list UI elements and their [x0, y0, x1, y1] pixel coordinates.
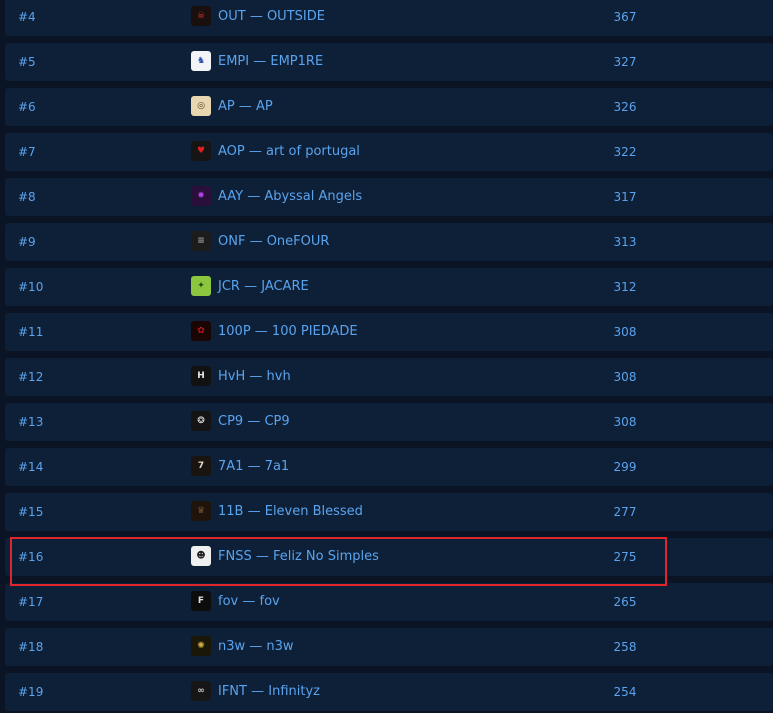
team-name-link[interactable]: 100P — 100 PIEDADE — [218, 313, 358, 351]
team-name-link[interactable]: 7A1 — 7a1 — [218, 448, 289, 486]
leaderboard-row[interactable]: #8 ✸ AAY — Abyssal Angels 317 — [5, 178, 773, 216]
piedade-logo-icon: ✿ — [191, 321, 211, 341]
aay-logo-icon: ✸ — [191, 186, 211, 206]
points-value: 254 — [613, 685, 637, 699]
points-value: 326 — [613, 100, 637, 114]
rank-label: #15 — [18, 505, 44, 519]
team-name-link[interactable]: CP9 — CP9 — [218, 403, 290, 441]
rank-label: #13 — [18, 415, 44, 429]
hvh-logo-icon: H — [191, 366, 211, 386]
points-value: 299 — [613, 460, 637, 474]
leaderboard: #4 ☠ OUT — OUTSIDE 367 #5 ♞ EMPI — EMP1RE 327 #6… — [0, 0, 773, 713]
points-value: 265 — [613, 595, 637, 609]
points-value: 312 — [613, 280, 637, 294]
ap-logo-icon: ◎ — [191, 96, 211, 116]
team-name-link[interactable]: n3w — n3w — [218, 628, 294, 666]
leaderboard-row[interactable]: #4 ☠ OUT — OUTSIDE 367 — [5, 0, 773, 36]
leaderboard-row[interactable]: #12 H HvH — hvh 308 — [5, 358, 773, 396]
points-value: 308 — [613, 415, 637, 429]
7a1-logo-icon: 7 — [191, 456, 211, 476]
leaderboard-row[interactable]: #14 7 7A1 — 7a1 299 — [5, 448, 773, 486]
leaderboard-row[interactable]: #16 ☻ FNSS — Feliz No Simples 275 — [5, 538, 773, 576]
fnss-logo-icon: ☻ — [191, 546, 211, 566]
fov-logo-icon: F — [191, 591, 211, 611]
rank-label: #12 — [18, 370, 44, 384]
leaderboard-row[interactable]: #9 ≡ ONF — OneFOUR 313 — [5, 223, 773, 261]
points-value: 322 — [613, 145, 637, 159]
leaderboard-row[interactable]: #15 ♛ 11B — Eleven Blessed 277 — [5, 493, 773, 531]
points-value: 367 — [613, 10, 637, 24]
rank-label: #4 — [18, 10, 36, 24]
rank-label: #5 — [18, 55, 36, 69]
leaderboard-row[interactable]: #5 ♞ EMPI — EMP1RE 327 — [5, 43, 773, 81]
points-value: 317 — [613, 190, 637, 204]
cp9-logo-icon: ❂ — [191, 411, 211, 431]
team-name-link[interactable]: IFNT — Infinityz — [218, 673, 320, 711]
empire-logo-icon: ♞ — [191, 51, 211, 71]
outside-logo-icon: ☠ — [191, 6, 211, 26]
onefour-logo-icon: ≡ — [191, 231, 211, 251]
leaderboard-row[interactable]: #11 ✿ 100P — 100 PIEDADE 308 — [5, 313, 773, 351]
leaderboard-row[interactable]: #18 ✺ n3w — n3w 258 — [5, 628, 773, 666]
team-name-link[interactable]: ONF — OneFOUR — [218, 223, 329, 261]
team-name-link[interactable]: AOP — art of portugal — [218, 133, 360, 171]
points-value: 327 — [613, 55, 637, 69]
rank-label: #10 — [18, 280, 44, 294]
points-value: 308 — [613, 370, 637, 384]
rank-label: #16 — [18, 550, 44, 564]
leaderboard-row[interactable]: #17 Ffov — fov 265 — [5, 583, 773, 621]
rank-label: #6 — [18, 100, 36, 114]
rank-label: #18 — [18, 640, 44, 654]
jacare-logo-icon: ✦ — [191, 276, 211, 296]
rank-label: #8 — [18, 190, 36, 204]
leaderboard-row[interactable]: #19 ∞ IFNT — Infinityz 254 — [5, 673, 773, 711]
rank-label: #14 — [18, 460, 44, 474]
points-value: 313 — [613, 235, 637, 249]
leaderboard-row[interactable]: #7 ♥ AOP — art of portugal 322 — [5, 133, 773, 171]
points-value: 275 — [613, 550, 637, 564]
aop-logo-icon: ♥ — [191, 141, 211, 161]
team-name-link[interactable]: EMPI — EMP1RE — [218, 43, 323, 81]
leaderboard-row[interactable]: #13 ❂ CP9 — CP9 308 — [5, 403, 773, 441]
team-name-link[interactable]: JCR — JACARE — [218, 268, 309, 306]
eleven-blessed-logo-icon: ♛ — [191, 501, 211, 521]
leaderboard-row[interactable]: #10 ✦ JCR — JACARE 312 — [5, 268, 773, 306]
infinityz-logo-icon: ∞ — [191, 681, 211, 701]
rank-label: #19 — [18, 685, 44, 699]
rank-label: #9 — [18, 235, 36, 249]
rank-label: #11 — [18, 325, 44, 339]
team-name-link[interactable]: 11B — Eleven Blessed — [218, 493, 363, 531]
team-name-link[interactable]: fov — fov — [218, 583, 280, 621]
rank-label: #17 — [18, 595, 44, 609]
team-name-link[interactable]: AAY — Abyssal Angels — [218, 178, 362, 216]
team-name-link[interactable]: OUT — OUTSIDE — [218, 0, 325, 36]
team-name-link[interactable]: HvH — hvh — [218, 358, 291, 396]
n3w-logo-icon: ✺ — [191, 636, 211, 656]
points-value: 277 — [613, 505, 637, 519]
team-name-link[interactable]: AP — AP — [218, 88, 273, 126]
team-name-link[interactable]: FNSS — Feliz No Simples — [218, 538, 379, 576]
points-value: 308 — [613, 325, 637, 339]
rank-label: #7 — [18, 145, 36, 159]
leaderboard-row[interactable]: #6 ◎ AP — AP 326 — [5, 88, 773, 126]
points-value: 258 — [613, 640, 637, 654]
